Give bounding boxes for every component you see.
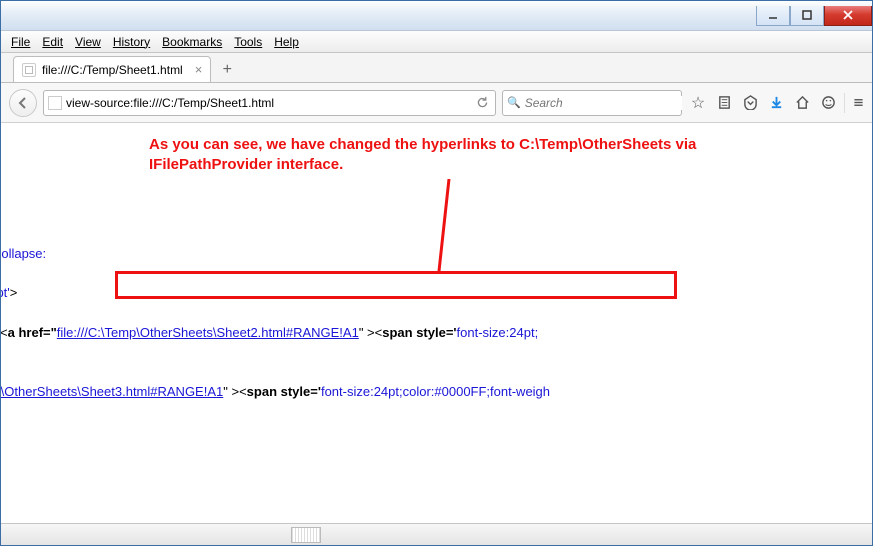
minimize-button[interactable] xyxy=(756,6,790,26)
search-input[interactable] xyxy=(525,96,682,110)
page-icon xyxy=(48,96,62,110)
home-icon[interactable] xyxy=(792,93,812,113)
menu-edit[interactable]: Edit xyxy=(36,33,69,51)
annotation-text: As you can see, we have changed the hype… xyxy=(149,135,696,176)
tabstrip: file:///C:/Temp/Sheet1.html × + xyxy=(1,53,872,83)
urlbar[interactable] xyxy=(43,90,496,116)
download-icon[interactable] xyxy=(766,93,786,113)
back-button[interactable] xyxy=(9,89,37,117)
tab-close-icon[interactable]: × xyxy=(195,62,203,77)
hyperlink-sheet3[interactable]: file:///C:\Temp\OtherSheets\Sheet3.html#… xyxy=(1,384,223,399)
menu-history[interactable]: History xyxy=(107,33,156,51)
scrollbar-grip[interactable] xyxy=(291,527,321,543)
reload-icon[interactable] xyxy=(473,94,491,112)
reader-list-icon[interactable] xyxy=(714,93,734,113)
url-input[interactable] xyxy=(66,96,469,110)
searchbar[interactable]: 🔍 xyxy=(502,90,682,116)
hamburger-menu-icon[interactable] xyxy=(844,93,864,113)
menu-tools[interactable]: Tools xyxy=(228,33,268,51)
close-button[interactable] xyxy=(824,6,872,26)
new-tab-button[interactable]: + xyxy=(215,58,239,82)
page-content: As you can see, we have changed the hype… xyxy=(1,123,872,523)
pocket-icon[interactable] xyxy=(740,93,760,113)
menu-file[interactable]: File xyxy=(5,33,36,51)
window-buttons xyxy=(756,6,872,26)
menubar: File Edit View History Bookmarks Tools H… xyxy=(1,31,872,53)
hyperlink-sheet2[interactable]: file:///C:\Temp\OtherSheets\Sheet2.html#… xyxy=(57,325,359,340)
menu-help[interactable]: Help xyxy=(268,33,305,51)
tab-title: file:///C:/Temp/Sheet1.html xyxy=(42,63,183,77)
menu-view[interactable]: View xyxy=(69,33,107,51)
tab-active[interactable]: file:///C:/Temp/Sheet1.html × xyxy=(13,56,211,82)
source-code-view: style='border-collapse: set;width:77.25p… xyxy=(1,225,872,421)
bookmark-star-icon[interactable]: ☆ xyxy=(688,93,708,113)
feedback-smile-icon[interactable] xyxy=(818,93,838,113)
navigation-toolbar: 🔍 ☆ xyxy=(1,83,872,123)
menu-bookmarks[interactable]: Bookmarks xyxy=(156,33,228,51)
maximize-button[interactable] xyxy=(790,6,824,26)
titlebar xyxy=(1,1,872,31)
page-favicon-icon xyxy=(22,63,36,77)
search-icon: 🔍 xyxy=(507,96,521,109)
statusbar xyxy=(1,523,872,545)
